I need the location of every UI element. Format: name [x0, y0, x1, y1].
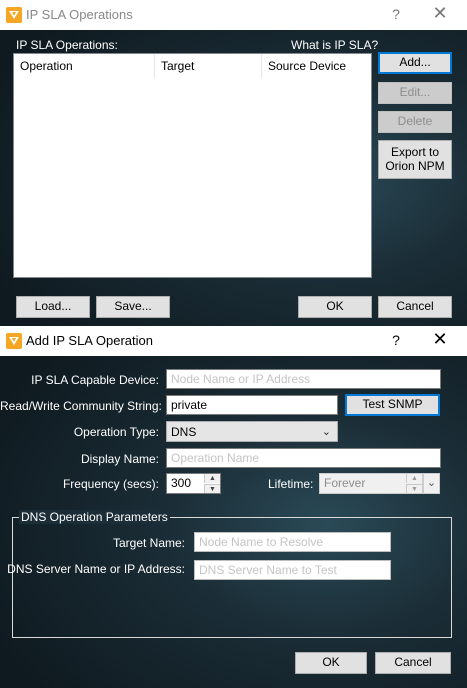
operations-list[interactable]: Operation Target Source Device: [13, 53, 372, 278]
spin-down-icon[interactable]: ▼: [406, 484, 422, 493]
lifetime-label: Lifetime:: [268, 477, 314, 491]
spin-down-icon[interactable]: ▼: [204, 484, 220, 493]
cancel-button[interactable]: Cancel: [378, 296, 452, 318]
target-name-label: Target Name:: [112, 536, 185, 550]
close-icon[interactable]: ✕: [430, 3, 450, 24]
target-name-input[interactable]: Node Name to Resolve: [194, 532, 391, 552]
operation-type-label: Operation Type:: [73, 425, 159, 439]
column-header-source-device[interactable]: Source Device: [262, 54, 371, 78]
column-header-operation[interactable]: Operation: [14, 54, 155, 78]
display-name-label: Display Name:: [80, 452, 159, 466]
chevron-down-icon: ⌄: [426, 477, 437, 489]
cancel-button[interactable]: Cancel: [375, 652, 451, 674]
window2-title: Add IP SLA Operation: [26, 333, 153, 348]
close-icon[interactable]: ✕: [430, 329, 450, 350]
dns-parameters-title: DNS Operation Parameters: [19, 510, 170, 524]
dns-server-label: DNS Server Name or IP Address:: [7, 562, 185, 576]
frequency-label: Frequency (secs):: [62, 477, 159, 491]
frequency-value: 300: [171, 476, 192, 490]
export-to-orion-button[interactable]: Export to Orion NPM: [378, 140, 452, 179]
delete-button[interactable]: Delete: [378, 111, 452, 133]
community-string-label: Read/Write Community String:: [0, 399, 162, 413]
ok-button[interactable]: OK: [295, 652, 367, 674]
ip-sla-operations-window: IP SLA Operations ? ✕ IP SLA Operations:…: [0, 0, 467, 326]
window1-title: IP SLA Operations: [26, 7, 133, 22]
save-button[interactable]: Save...: [96, 296, 170, 318]
spin-up-icon[interactable]: ▲: [204, 474, 220, 483]
window2-titlebar: Add IP SLA Operation ? ✕: [0, 326, 467, 356]
add-button[interactable]: Add...: [378, 52, 452, 74]
test-snmp-button[interactable]: Test SNMP: [345, 394, 440, 416]
help-icon[interactable]: ?: [388, 332, 404, 348]
ok-button[interactable]: OK: [298, 296, 372, 318]
solarwinds-logo-icon: [6, 333, 22, 349]
display-name-input[interactable]: Operation Name: [166, 448, 441, 468]
add-ip-sla-operation-window: Add IP SLA Operation ? ✕ IP SLA Capable …: [0, 326, 467, 688]
operations-section-label: IP SLA Operations:: [16, 38, 118, 52]
device-label: IP SLA Capable Device:: [31, 373, 159, 387]
column-header-target[interactable]: Target: [155, 54, 262, 78]
lifetime-spinbox[interactable]: Forever ▲ ▼: [319, 473, 423, 494]
operation-type-select[interactable]: DNS ⌄: [166, 421, 338, 442]
load-button[interactable]: Load...: [16, 296, 90, 318]
window1-titlebar: IP SLA Operations ? ✕: [0, 0, 467, 30]
operation-type-value: DNS: [171, 425, 197, 439]
device-input[interactable]: Node Name or IP Address: [166, 369, 441, 389]
lifetime-value: Forever: [324, 476, 366, 490]
spin-up-icon[interactable]: ▲: [406, 474, 422, 483]
chevron-down-icon: ⌄: [321, 426, 331, 438]
dns-server-input[interactable]: DNS Server Name to Test: [194, 560, 391, 580]
what-is-ip-sla-link[interactable]: What is IP SLA?: [291, 38, 378, 52]
help-icon[interactable]: ?: [388, 6, 404, 22]
frequency-spinbox[interactable]: 300 ▲ ▼: [166, 473, 221, 494]
solarwinds-logo-icon: [6, 7, 22, 23]
lifetime-dropdown[interactable]: ⌄: [423, 473, 440, 494]
community-string-input[interactable]: private: [166, 395, 338, 415]
edit-button[interactable]: Edit...: [378, 82, 452, 104]
